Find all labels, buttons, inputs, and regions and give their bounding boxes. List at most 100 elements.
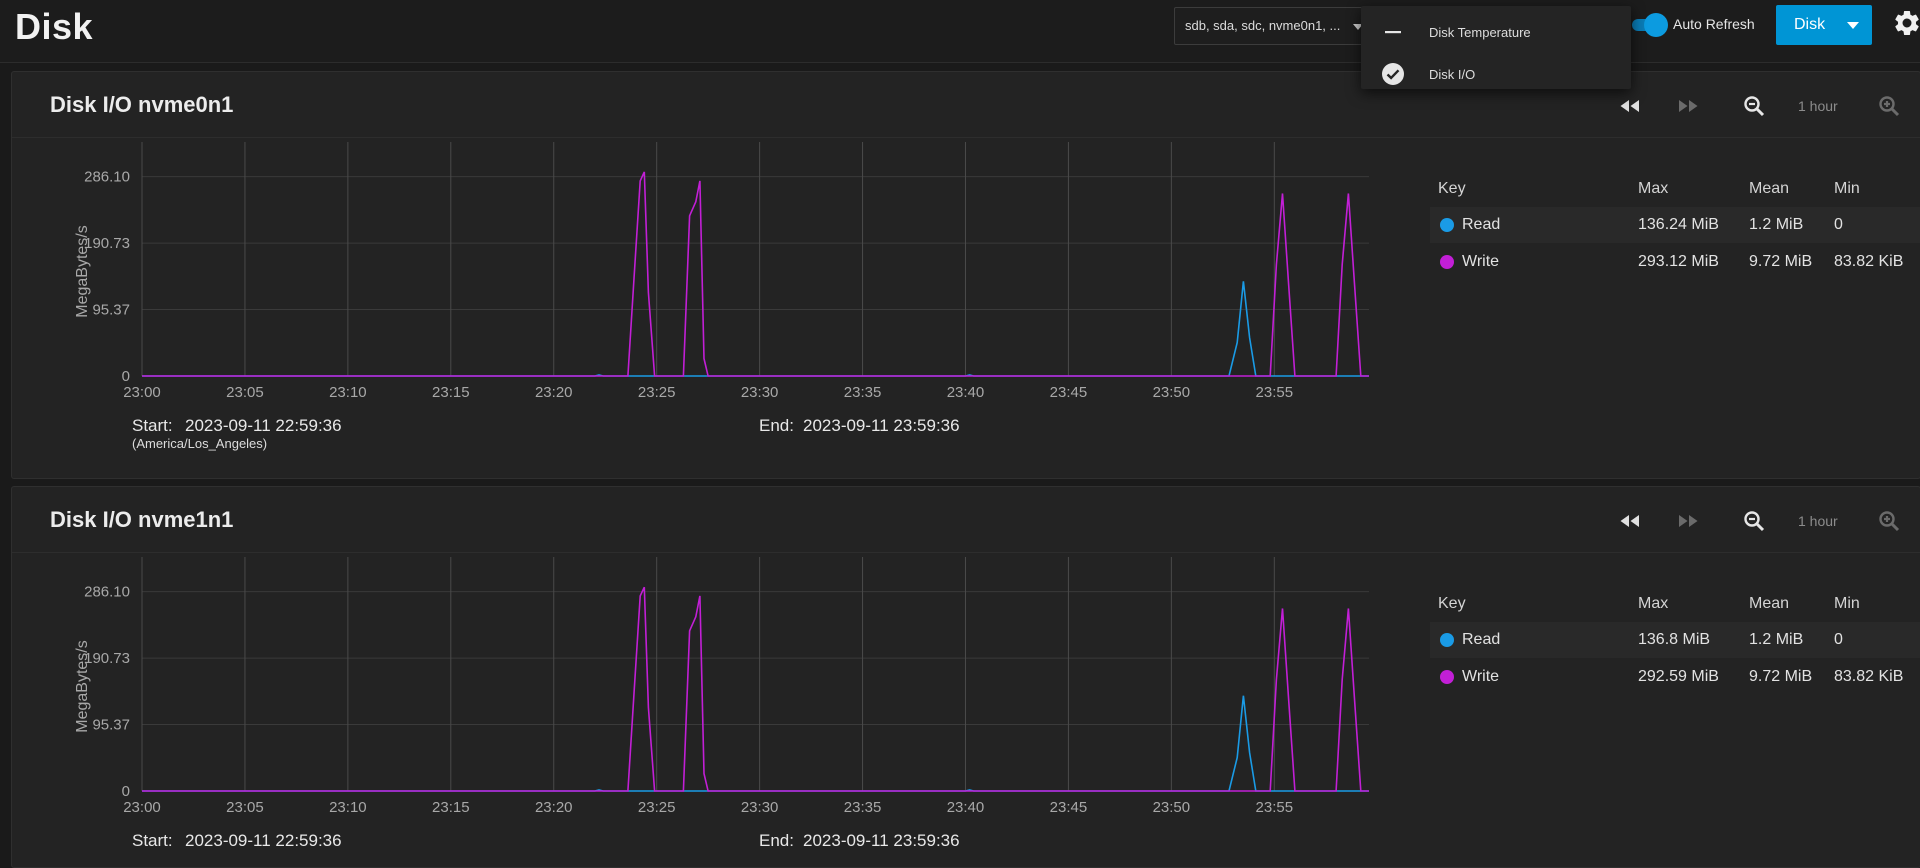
rewind-icon[interactable] — [1618, 94, 1642, 118]
chart-plot-area: 095.37190.73286.1023:00 23:05 23:10 23:15 23… — [74, 142, 1369, 397]
legend-min: 83.82 KiB — [1834, 668, 1904, 685]
legend-header-key: Key — [1438, 180, 1466, 197]
menu-item-label: Disk I/O — [1429, 67, 1476, 82]
line-chart: 095.37190.73286.1023:00 23:05 23:10 23:15 23… — [74, 557, 1369, 812]
x-tick-label: 23:40 — [947, 384, 985, 397]
y-tick-label: 286.10 — [84, 169, 130, 186]
x-tick-label: 23:00 — [123, 799, 161, 812]
x-tick-label: 23:20 — [535, 799, 573, 812]
x-tick-label: 23:50 — [1153, 799, 1191, 812]
menu-item-label: Disk Temperature — [1429, 25, 1531, 40]
x-tick-label: 23:35 — [844, 384, 882, 397]
report-type-menu: Disk Temperature Disk I/O — [1361, 6, 1631, 89]
legend-series-name: Read — [1462, 216, 1501, 233]
menu-item-disk-temperature[interactable]: Disk Temperature — [1361, 11, 1631, 53]
zoom-out-icon[interactable] — [1742, 94, 1766, 118]
zoom-in-icon[interactable] — [1877, 509, 1901, 533]
x-tick-label: 23:05 — [226, 384, 264, 397]
read-color-dot — [1440, 218, 1454, 232]
card-header: Disk I/O nvme1n1 1 hour — [12, 487, 1920, 553]
legend-header-min: Min — [1834, 180, 1860, 197]
x-tick-label: 23:25 — [638, 799, 676, 812]
legend-series-name: Write — [1462, 253, 1500, 270]
legend-mean: 9.72 MiB — [1749, 253, 1813, 270]
start-label: Start: — [132, 831, 173, 850]
legend-row-read: Read 136.24 MiB 1.2 MiB 0 — [1430, 207, 1920, 243]
legend-header-max: Max — [1638, 180, 1669, 197]
x-tick-label: 23:55 — [1256, 384, 1294, 397]
disk-menu-button[interactable]: Disk — [1776, 5, 1872, 45]
disk-selector[interactable]: sdb, sda, sdc, nvme0n1, ... — [1174, 7, 1374, 45]
series-line-write — [142, 171, 1369, 377]
legend-header-max: Max — [1638, 595, 1669, 612]
read-color-dot — [1440, 633, 1454, 647]
x-tick-label: 23:50 — [1153, 384, 1191, 397]
end-time: 2023-09-11 23:59:36 — [803, 831, 960, 850]
end-label: End: — [759, 416, 794, 435]
end-time: 2023-09-11 23:59:36 — [803, 416, 960, 435]
legend-header-mean: Mean — [1749, 595, 1790, 612]
legend-max: 136.24 MiB — [1638, 216, 1719, 233]
chart-card: Disk I/O nvme0n1 1 hour 0 95.37 190.73 286.… — [11, 71, 1920, 479]
zoom-in-icon[interactable] — [1877, 94, 1901, 118]
rewind-icon[interactable] — [1618, 509, 1642, 533]
y-tick-label: 286.10 — [84, 584, 130, 601]
x-tick-label: 23:05 — [226, 799, 264, 812]
legend-header-mean: Mean — [1749, 180, 1790, 197]
write-color-dot — [1440, 670, 1454, 684]
time-range-label: 1 hour — [1798, 513, 1838, 529]
toggle-knob — [1644, 13, 1668, 37]
auto-refresh-toggle[interactable] — [1632, 12, 1668, 37]
fast-forward-icon[interactable] — [1676, 509, 1700, 533]
series-line-read — [142, 695, 1369, 792]
x-tick-label: 23:45 — [1050, 384, 1088, 397]
y-tick-label: 95.37 — [92, 717, 130, 734]
y-axis-label: MegaBytes/s — [74, 640, 91, 732]
chart-card: Disk I/O nvme1n1 1 hour 0 95.37 190.73 286.… — [11, 486, 1920, 868]
fast-forward-icon[interactable] — [1676, 94, 1700, 118]
start-time: 2023-09-11 22:59:36 — [185, 416, 342, 435]
legend-max: 292.59 MiB — [1638, 668, 1719, 685]
x-tick-label: 23:25 — [638, 384, 676, 397]
menu-item-disk-io[interactable]: Disk I/O — [1361, 53, 1631, 95]
series-line-read — [142, 281, 1369, 377]
legend-series-name: Write — [1462, 668, 1500, 685]
series-line-write — [142, 586, 1369, 792]
start-label: Start: — [132, 416, 173, 435]
timezone-label: (America/Los_Angeles) — [132, 436, 268, 451]
card-title: Disk I/O nvme0n1 — [50, 92, 234, 117]
card-title: Disk I/O nvme1n1 — [50, 507, 234, 532]
start-time: 2023-09-11 22:59:36 — [185, 831, 342, 850]
disk-selector-value: sdb, sda, sdc, nvme0n1, ... — [1185, 18, 1341, 33]
end-label: End: — [759, 831, 794, 850]
auto-refresh-label: Auto Refresh — [1673, 16, 1755, 32]
x-tick-label: 23:20 — [535, 384, 573, 397]
card-header: Disk I/O nvme0n1 1 hour — [12, 72, 1920, 138]
x-tick-label: 23:00 — [123, 384, 161, 397]
x-tick-label: 23:55 — [1256, 799, 1294, 812]
y-axis-label: MegaBytes/s — [74, 225, 91, 317]
legend-header-key: Key — [1438, 595, 1466, 612]
x-tick-label: 23:10 — [329, 799, 367, 812]
legend-series-name: Read — [1462, 631, 1501, 648]
y-tick-label: 0 — [122, 368, 130, 385]
x-tick-label: 23:40 — [947, 799, 985, 812]
x-tick-label: 23:15 — [432, 384, 470, 397]
gear-icon[interactable] — [1892, 8, 1920, 38]
zoom-out-icon[interactable] — [1742, 509, 1766, 533]
legend-header-min: Min — [1834, 595, 1860, 612]
legend-mean: 1.2 MiB — [1749, 631, 1804, 648]
legend-row-read: Read 136.8 MiB 1.2 MiB 0 — [1430, 622, 1920, 658]
page-title: Disk — [15, 6, 94, 47]
chevron-down-icon — [1847, 22, 1859, 29]
x-tick-label: 23:30 — [741, 799, 779, 812]
chart-plot-area: 095.37190.73286.1023:00 23:05 23:10 23:15 23… — [74, 557, 1369, 812]
legend-min: 0 — [1834, 216, 1843, 233]
y-tick-label: 0 — [122, 783, 130, 800]
legend-row-write: Write 293.12 MiB 9.72 MiB 83.82 KiB — [1430, 244, 1920, 280]
minus-icon — [1385, 31, 1401, 34]
line-chart: 095.37190.73286.1023:00 23:05 23:10 23:15 23… — [74, 142, 1369, 397]
disk-button-label: Disk — [1794, 16, 1826, 33]
legend-row-write: Write 292.59 MiB 9.72 MiB 83.82 KiB — [1430, 659, 1920, 695]
y-tick-label: 95.37 — [92, 302, 130, 319]
